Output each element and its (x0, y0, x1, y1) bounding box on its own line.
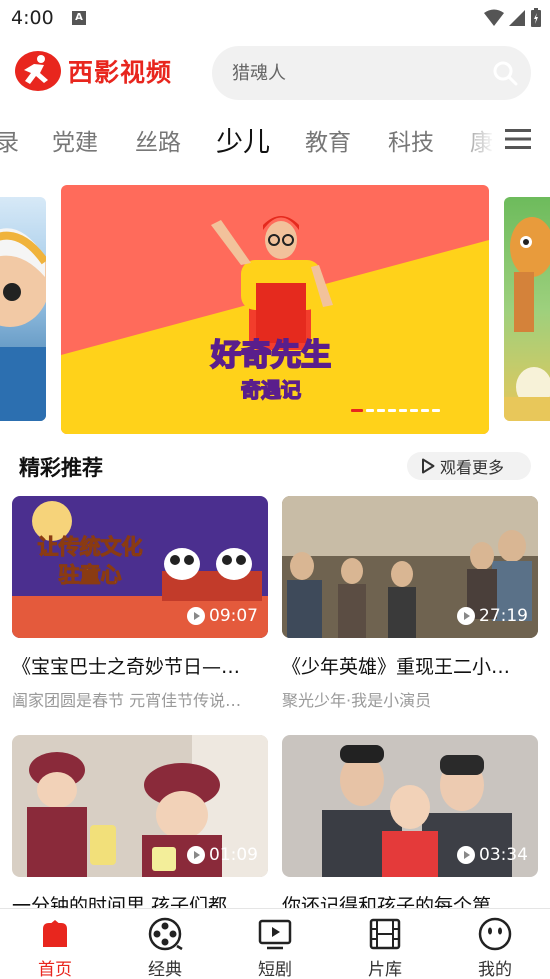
duration-text: 09:07 (209, 606, 258, 626)
video-card[interactable]: 01:09 一分钟的时间里 孩子们都… (12, 735, 268, 918)
banner-image: 好奇先生 奇遇记 (61, 185, 489, 434)
nav-home[interactable]: 首页 (15, 917, 95, 979)
nav-label: 片库 (368, 960, 402, 979)
play-icon (457, 846, 475, 864)
search-box[interactable] (212, 46, 531, 100)
carousel-dot[interactable] (432, 409, 440, 412)
signal-icon (509, 10, 525, 26)
status-bar: 4:00 A (0, 0, 550, 38)
carousel-indicator (351, 409, 440, 412)
duration-text: 01:09 (209, 845, 258, 865)
carousel-dot[interactable] (388, 409, 396, 412)
video-title[interactable]: 《宝宝巴士之奇妙节日—… (12, 652, 268, 679)
home-icon (43, 920, 67, 947)
video-card[interactable]: 03:34 你还记得和孩子的每个第… (282, 735, 538, 918)
tab-record[interactable]: 录 (0, 123, 19, 157)
wifi-icon (484, 9, 504, 26)
banner-title: 好奇先生 (210, 338, 331, 373)
nav-label: 经典 (148, 960, 182, 979)
carousel-dot[interactable] (351, 409, 363, 412)
search-icon[interactable] (491, 59, 519, 87)
video-card[interactable]: 让传统文化 驻童心 09:07 《宝宝巴士之奇妙节日—… 阖家团圆是春节 元宵佳… (12, 496, 268, 711)
search-input[interactable] (232, 58, 482, 88)
play-icon (187, 846, 205, 864)
duration-badge: 27:19 (457, 606, 528, 626)
brand-name: 西影视频 (68, 58, 173, 87)
video-card[interactable]: 27:19 《少年英雄》重现王二小… 聚光少年·我是小演员 (282, 496, 538, 711)
video-thumbnail[interactable]: 01:09 (12, 735, 268, 877)
status-icons (484, 8, 542, 28)
play-outline-icon (422, 458, 435, 474)
play-icon (457, 607, 475, 625)
section-title: 精彩推荐 (19, 456, 103, 480)
nav-profile[interactable]: 我的 (455, 917, 535, 979)
bottom-navigation: 首页 经典 短剧 片库 我的 (0, 908, 550, 979)
app-logo[interactable]: 西影视频 (14, 50, 172, 92)
nav-label: 我的 (478, 960, 512, 979)
video-subtitle: 聚光少年·我是小演员 (282, 691, 432, 710)
duration-badge: 09:07 (187, 606, 258, 626)
status-time: 4:00 (11, 7, 54, 29)
tab-party-building[interactable]: 党建 (52, 123, 98, 157)
tab-fade (455, 115, 495, 165)
cartoon-image (0, 228, 46, 421)
profile-face-icon (478, 917, 512, 951)
film-reel-icon (148, 917, 183, 951)
video-title[interactable]: 《少年英雄》重现王二小… (282, 652, 538, 679)
play-icon (187, 607, 205, 625)
nav-label: 首页 (38, 960, 72, 979)
logo-mark-icon (15, 51, 61, 91)
category-tabs: 录 党建 丝路 少儿 教育 科技 康 (0, 115, 550, 165)
duration-badge: 01:09 (187, 845, 258, 865)
banner-main-slide[interactable]: 好奇先生 奇遇记 (61, 185, 489, 434)
duration-badge: 03:34 (457, 845, 528, 865)
banner-subtitle: 奇遇记 (241, 378, 301, 402)
banner-carousel[interactable]: 好奇先生 奇遇记 (0, 185, 550, 435)
banner-prev-slide[interactable] (0, 197, 46, 421)
duration-text: 03:34 (479, 845, 528, 865)
nav-classic[interactable]: 经典 (125, 917, 205, 979)
carousel-dot[interactable] (421, 409, 429, 412)
video-thumbnail[interactable]: 03:34 (282, 735, 538, 877)
menu-icon[interactable] (504, 126, 532, 152)
view-more-button[interactable]: 观看更多 (407, 452, 531, 480)
thumbnail-overlay-text: 驻童心 (59, 563, 122, 587)
video-subtitle: 阖家团圆是春节 元宵佳节传说… (12, 691, 242, 710)
app-header: 西影视频 (0, 46, 550, 102)
play-screen-icon (258, 919, 292, 950)
carousel-dot[interactable] (366, 409, 374, 412)
video-thumbnail[interactable]: 27:19 (282, 496, 538, 638)
carousel-dot[interactable] (377, 409, 385, 412)
tab-kids[interactable]: 少儿 (216, 120, 270, 159)
tab-education[interactable]: 教育 (305, 123, 351, 157)
notification-icon: A (72, 11, 86, 25)
nav-library[interactable]: 片库 (345, 917, 425, 979)
banner-next-slide[interactable] (504, 197, 550, 421)
cartoon-image (504, 217, 550, 421)
tab-technology[interactable]: 科技 (388, 123, 434, 157)
carousel-dot[interactable] (410, 409, 418, 412)
video-thumbnail[interactable]: 让传统文化 驻童心 09:07 (12, 496, 268, 638)
nav-short-drama[interactable]: 短剧 (235, 917, 315, 979)
thumbnail-overlay-text: 让传统文化 (38, 535, 143, 559)
film-strip-icon (369, 918, 401, 950)
battery-icon (531, 8, 541, 27)
nav-label: 短剧 (258, 960, 292, 979)
view-more-label: 观看更多 (440, 458, 505, 477)
duration-text: 27:19 (479, 606, 528, 626)
carousel-dot[interactable] (399, 409, 407, 412)
tab-silk-road[interactable]: 丝路 (135, 123, 181, 157)
